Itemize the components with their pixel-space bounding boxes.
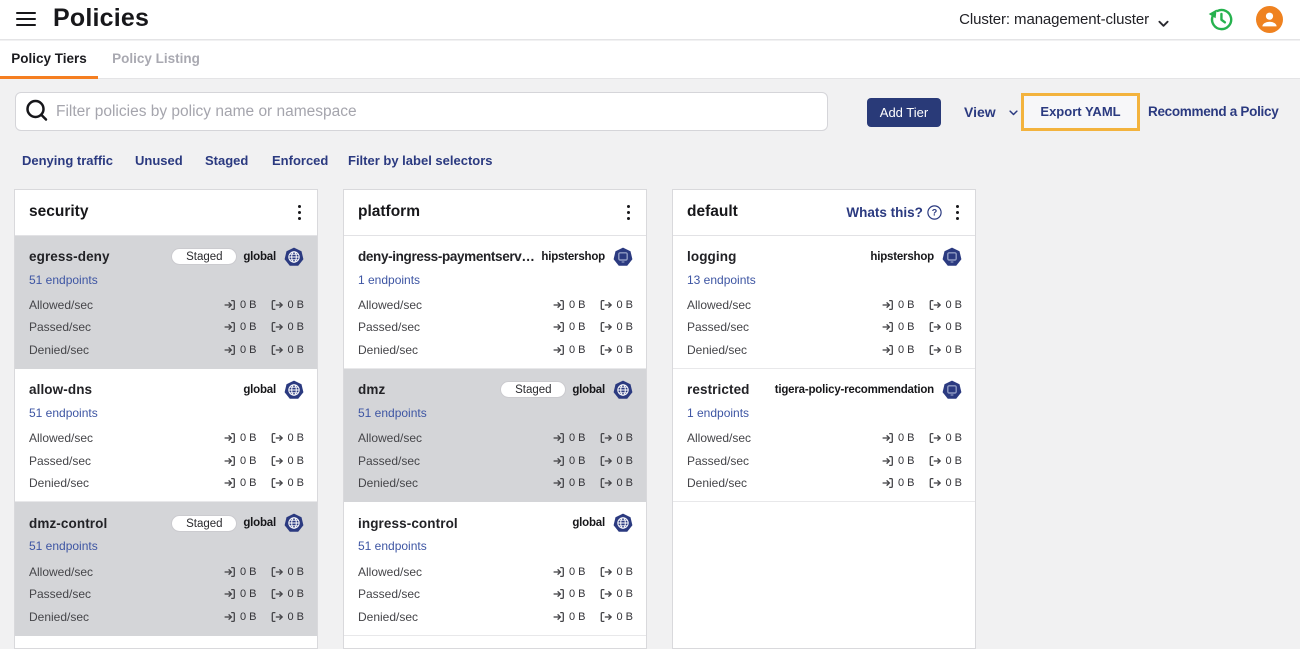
svg-text:?: ? [931,207,937,217]
